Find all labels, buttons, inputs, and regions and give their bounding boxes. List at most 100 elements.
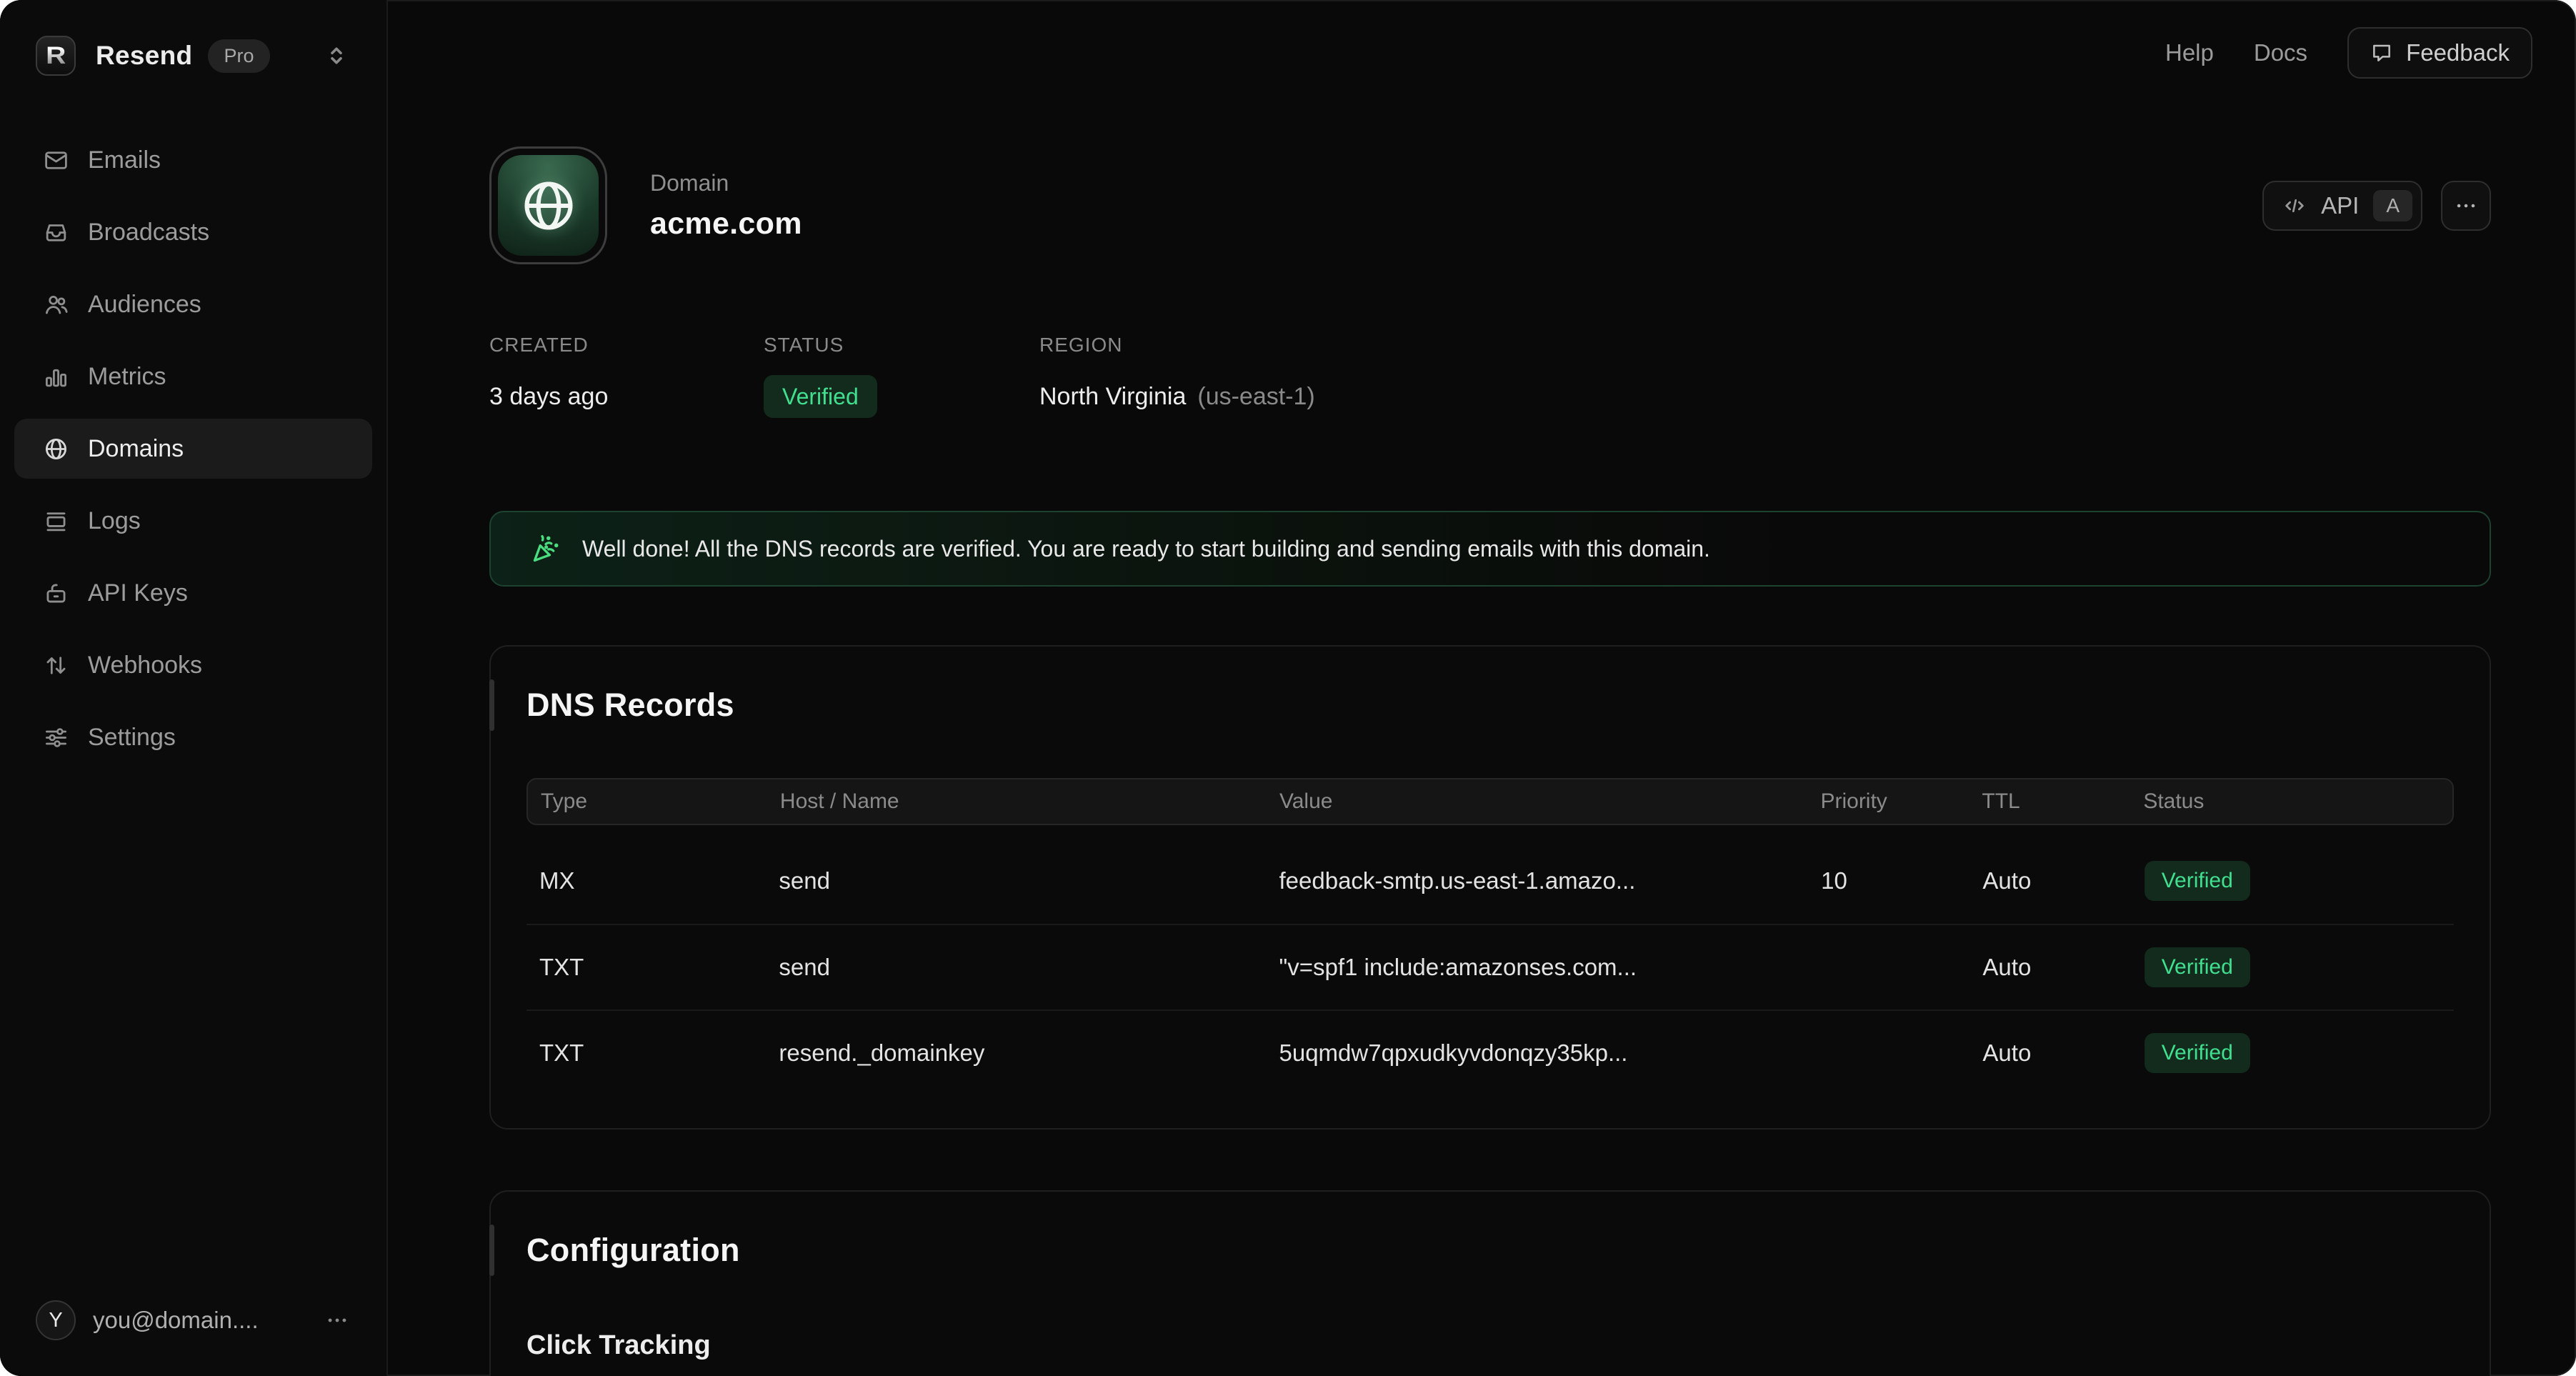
sidebar-item-label: Logs <box>88 507 141 535</box>
sidebar-item-emails[interactable]: Emails <box>14 130 372 190</box>
main-content: Help Docs Feedback Domain acme.com <box>388 0 2576 1376</box>
resend-logo: R <box>36 36 76 76</box>
topbar: Help Docs Feedback <box>2165 0 2576 106</box>
cell-ttl: Auto <box>1982 1040 2144 1067</box>
user-email: you@domain.... <box>93 1307 259 1334</box>
table-header: Type Host / Name Value Priority TTL Stat… <box>526 778 2454 825</box>
domain-header: Domain acme.com API A <box>489 146 2491 264</box>
cell-host: send <box>779 954 1279 981</box>
cell-ttl: Auto <box>1982 867 2144 894</box>
arrows-up-down-icon <box>43 652 69 679</box>
avatar: Y <box>36 1300 76 1340</box>
table-row[interactable]: TXT resend._domainkey 5uqmdw7qpxudkyvdon… <box>526 1009 2454 1095</box>
status-badge: Verified <box>2145 1033 2250 1073</box>
cell-type: TXT <box>539 1040 779 1067</box>
domain-texts: Domain acme.com <box>650 170 802 241</box>
sidebar-item-api-keys[interactable]: API Keys <box>14 563 372 623</box>
configuration-title: Configuration <box>526 1232 2454 1269</box>
sidebar-item-label: Emails <box>88 146 161 174</box>
docs-link[interactable]: Docs <box>2254 39 2307 66</box>
chevron-up-down-icon[interactable] <box>324 43 349 69</box>
api-button-label: API <box>2321 192 2359 219</box>
workspace-switcher[interactable]: R Resend Pro <box>0 0 386 76</box>
user-account-row[interactable]: Y you@domain.... <box>0 1300 386 1376</box>
created-value: 3 days ago <box>489 383 608 411</box>
meta-created: CREATED 3 days ago <box>489 334 764 418</box>
cell-host: resend._domainkey <box>779 1040 1279 1067</box>
sidebar-nav: Emails Broadcasts Audiences Metrics Doma… <box>0 130 386 767</box>
table-row[interactable]: TXT send "v=spf1 include:amazonses.com..… <box>526 924 2454 1009</box>
mail-icon <box>43 147 69 174</box>
domain-more-button[interactable] <box>2441 181 2491 231</box>
feedback-button[interactable]: Feedback <box>2347 27 2532 79</box>
domain-meta: CREATED 3 days ago STATUS Verified REGIO… <box>489 334 2491 418</box>
sidebar-item-label: Webhooks <box>88 652 202 679</box>
sidebar-item-label: Domains <box>88 435 184 463</box>
status-badge: Verified <box>2145 947 2250 987</box>
sidebar-item-logs[interactable]: Logs <box>14 491 372 551</box>
help-link[interactable]: Help <box>2165 39 2214 66</box>
col-ttl: TTL <box>1982 789 2143 814</box>
sliders-icon <box>43 724 69 751</box>
region-value: North Virginia <box>1039 383 1186 411</box>
domain-eyebrow: Domain <box>650 170 802 196</box>
sidebar-item-label: Audiences <box>88 291 201 319</box>
globe-icon <box>43 436 69 462</box>
status-badge: Verified <box>764 375 877 418</box>
col-type: Type <box>541 789 780 814</box>
col-priority: Priority <box>1820 789 1982 814</box>
col-value: Value <box>1279 789 1821 814</box>
sidebar: R Resend Pro Emails Broadcasts Audiences <box>0 0 388 1376</box>
page-title: acme.com <box>650 206 802 241</box>
ellipsis-icon[interactable] <box>325 1308 349 1332</box>
dns-records-title: DNS Records <box>526 687 2454 724</box>
api-button[interactable]: API A <box>2262 181 2422 231</box>
sidebar-item-label: Settings <box>88 724 176 752</box>
party-popper-icon <box>531 533 562 564</box>
app-window: R Resend Pro Emails Broadcasts Audiences <box>0 0 2576 1376</box>
logs-icon <box>43 508 69 534</box>
status-badge: Verified <box>2145 861 2250 901</box>
cell-type: TXT <box>539 954 779 981</box>
code-icon <box>2282 194 2307 218</box>
sidebar-item-label: Broadcasts <box>88 219 209 246</box>
api-kbd-badge: A <box>2373 190 2412 221</box>
banner-text: Well done! All the DNS records are verif… <box>582 536 1710 562</box>
sidebar-item-webhooks[interactable]: Webhooks <box>14 635 372 695</box>
sidebar-item-label: API Keys <box>88 579 188 607</box>
cell-value: feedback-smtp.us-east-1.amazo... <box>1279 867 1822 894</box>
ellipsis-icon <box>2454 194 2478 218</box>
inbox-icon <box>43 219 69 246</box>
plan-badge: Pro <box>208 39 269 73</box>
sidebar-item-label: Metrics <box>88 363 166 391</box>
domain-avatar <box>489 146 607 264</box>
table-row[interactable]: MX send feedback-smtp.us-east-1.amazo...… <box>526 838 2454 924</box>
users-icon <box>43 291 69 318</box>
brand-name: Resend <box>96 41 192 71</box>
sidebar-item-audiences[interactable]: Audiences <box>14 274 372 334</box>
meta-status: STATUS Verified <box>764 334 1039 418</box>
sidebar-item-metrics[interactable]: Metrics <box>14 347 372 407</box>
cell-ttl: Auto <box>1982 954 2144 981</box>
dns-records-table: Type Host / Name Value Priority TTL Stat… <box>526 778 2454 1095</box>
sidebar-item-domains[interactable]: Domains <box>14 419 372 479</box>
region-label: REGION <box>1039 334 1315 357</box>
cell-type: MX <box>539 867 779 894</box>
status-label: STATUS <box>764 334 1039 357</box>
speech-bubble-icon <box>2370 41 2393 64</box>
sidebar-item-settings[interactable]: Settings <box>14 707 372 767</box>
configuration-card: Configuration Click Tracking <box>489 1190 2491 1376</box>
col-status: Status <box>2143 789 2440 814</box>
success-banner: Well done! All the DNS records are verif… <box>489 511 2491 587</box>
meta-region: REGION North Virginia (us-east-1) <box>1039 334 1315 418</box>
cell-value: 5uqmdw7qpxudkyvdonqzy35kp... <box>1279 1040 1822 1067</box>
created-label: CREATED <box>489 334 764 357</box>
header-actions: API A <box>2262 181 2491 231</box>
col-host: Host / Name <box>780 789 1279 814</box>
resend-logo-glyph: R <box>46 44 66 68</box>
region-code: (us-east-1) <box>1197 383 1314 411</box>
cell-value: "v=spf1 include:amazonses.com... <box>1279 954 1822 981</box>
lock-icon <box>43 580 69 607</box>
cell-priority: 10 <box>1821 867 1982 894</box>
sidebar-item-broadcasts[interactable]: Broadcasts <box>14 202 372 262</box>
